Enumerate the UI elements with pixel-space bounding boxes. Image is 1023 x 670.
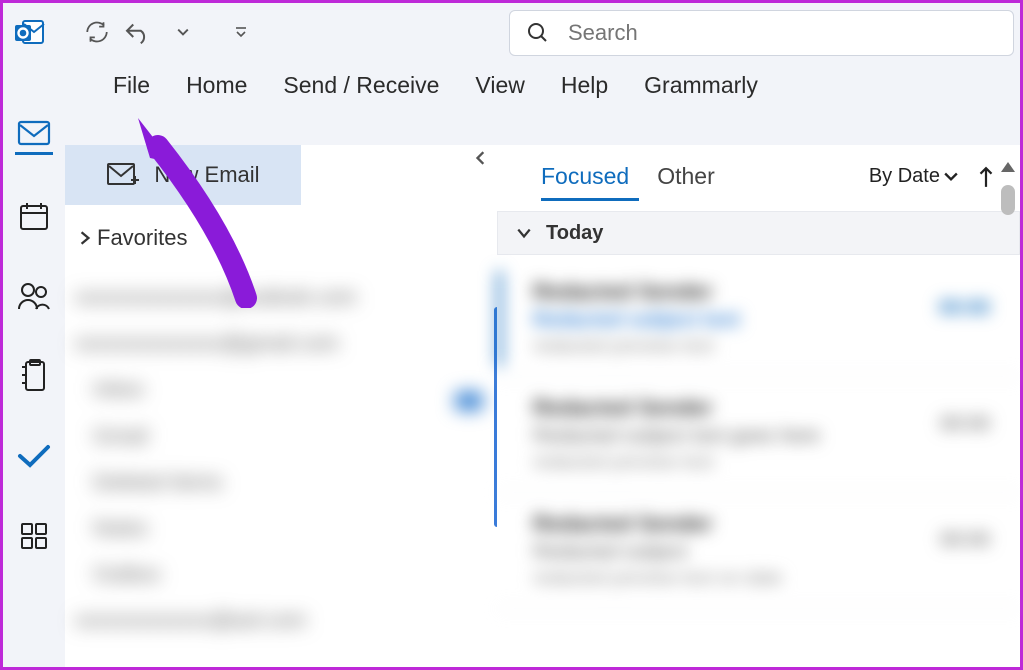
tab-focused[interactable]: Focused	[541, 163, 629, 190]
inbox-tabs: Focused Other By Date	[497, 145, 1020, 190]
ribbon-tabs: File Home Send / Receive View Help Gramm…	[3, 61, 1020, 109]
blurred-folder[interactable]: Inbox	[93, 367, 487, 413]
message-sender: Redacted Sender	[533, 279, 990, 305]
new-email-button[interactable]: New Email	[65, 145, 301, 205]
blurred-folder[interactable]: Gmail	[93, 414, 487, 460]
message-list-scrollbar[interactable]	[998, 157, 1018, 667]
message-time: 00:00	[939, 297, 990, 320]
search-field[interactable]	[509, 10, 1014, 56]
undo-more-dropdown[interactable]	[163, 12, 203, 52]
customize-qat-dropdown[interactable]	[221, 12, 261, 52]
message-subject: Redacted subject	[533, 541, 990, 564]
blurred-account-3[interactable]: xxxxxxxxxxxxx@aol.com	[75, 598, 487, 644]
message-preview: redacted preview text	[533, 336, 990, 358]
refresh-button[interactable]	[77, 12, 117, 52]
rail-more-apps[interactable]	[15, 517, 53, 555]
new-mail-icon	[106, 162, 140, 188]
unread-indicator	[497, 271, 502, 366]
message-subject: Redacted subject text goes here	[533, 425, 990, 448]
folder-pane: New Email Favorites xxxxxxxxxxxxxx@outlo…	[65, 145, 497, 667]
sort-direction-button[interactable]	[978, 166, 994, 188]
favorites-section[interactable]: Favorites	[65, 225, 497, 251]
blurred-folder[interactable]: Outbox	[93, 552, 487, 598]
message-list-pane: Focused Other By Date Today Redacted Sen…	[497, 145, 1020, 667]
message-sender: Redacted Sender	[533, 395, 990, 421]
blurred-folder[interactable]: Notes	[93, 506, 487, 552]
ribbon-tab-help[interactable]: Help	[561, 72, 608, 99]
ribbon-tab-view[interactable]: View	[475, 72, 524, 99]
message-rows: Redacted Sender Redacted subject text re…	[497, 255, 1020, 609]
chevron-right-icon	[79, 230, 91, 246]
group-today-label: Today	[546, 222, 603, 245]
ribbon-tab-sendreceive[interactable]: Send / Receive	[283, 72, 439, 99]
ribbon-tab-file[interactable]: File	[113, 72, 150, 99]
rail-notes[interactable]	[15, 357, 53, 395]
message-subject: Redacted subject text	[533, 309, 990, 332]
ribbon-tab-grammarly[interactable]: Grammarly	[644, 72, 758, 99]
main-content: New Email Favorites xxxxxxxxxxxxxx@outlo…	[3, 109, 1020, 667]
message-time: 00:00	[940, 413, 990, 436]
sort-label: By Date	[869, 165, 940, 188]
search-input[interactable]	[568, 20, 997, 46]
message-row[interactable]: Redacted Sender Redacted subject redacte…	[497, 493, 1020, 609]
sort-by-date[interactable]: By Date	[869, 165, 958, 188]
message-row[interactable]: Redacted Sender Redacted subject text re…	[497, 261, 1020, 377]
message-row[interactable]: Redacted Sender Redacted subject text go…	[497, 377, 1020, 493]
rail-people[interactable]	[15, 277, 53, 315]
favorites-label: Favorites	[97, 225, 187, 251]
navigation-rail	[3, 109, 65, 667]
blurred-account-2[interactable]: xxxxxxxxxxxxxx@gmail.com	[75, 321, 487, 367]
search-icon	[526, 21, 550, 45]
rail-calendar[interactable]	[15, 197, 53, 235]
ribbon-tab-home[interactable]: Home	[186, 72, 247, 99]
message-preview: redacted preview text	[533, 452, 990, 474]
unread-badge	[455, 392, 483, 410]
message-preview: redacted preview text on date	[533, 568, 990, 590]
message-time: 00:00	[940, 529, 990, 552]
new-email-label: New Email	[154, 162, 259, 188]
blurred-folder[interactable]: Deleted Items	[93, 460, 487, 506]
undo-button[interactable]	[117, 12, 157, 52]
group-today[interactable]: Today	[497, 211, 1020, 255]
folder-tree-blurred: xxxxxxxxxxxxxx@outlook.com xxxxxxxxxxxxx…	[65, 275, 497, 645]
outlook-logo-icon	[13, 15, 47, 49]
blurred-account-1[interactable]: xxxxxxxxxxxxxx@outlook.com	[75, 275, 487, 321]
collapse-folder-pane[interactable]	[475, 151, 487, 165]
scroll-thumb[interactable]	[1001, 185, 1015, 215]
tab-other[interactable]: Other	[657, 163, 715, 190]
chevron-down-icon	[516, 227, 532, 239]
rail-todo[interactable]	[15, 437, 53, 475]
message-sender: Redacted Sender	[533, 511, 990, 537]
rail-mail[interactable]	[15, 117, 53, 155]
scroll-up-icon[interactable]	[998, 157, 1018, 177]
quick-access-bar	[3, 3, 1020, 61]
focused-tab-underline	[541, 198, 639, 201]
